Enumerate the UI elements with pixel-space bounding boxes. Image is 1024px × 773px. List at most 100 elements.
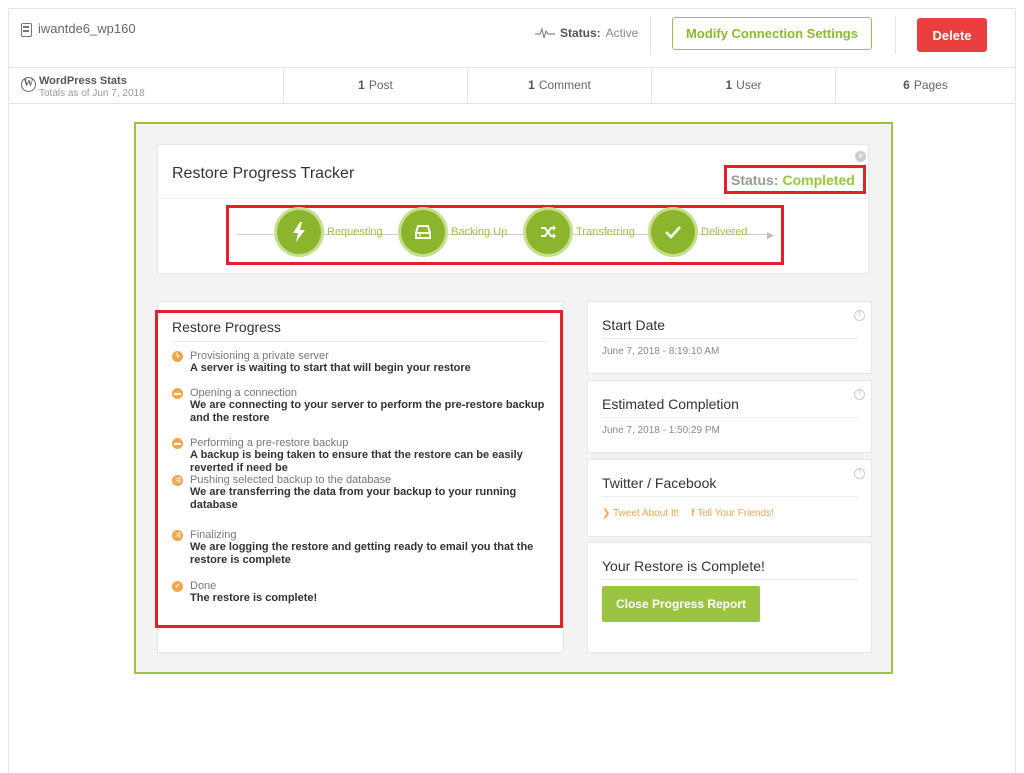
- progress-item-desc: The restore is complete!: [190, 592, 318, 604]
- estimated-completion-card: Estimated Completion ? June 7, 2018 - 1:…: [587, 380, 872, 453]
- progress-item: ⤨ Pushing selected backup to the databas…: [172, 474, 552, 512]
- lightning-icon: ϟ: [172, 351, 183, 362]
- stat-comments[interactable]: 1 Comment: [468, 67, 652, 103]
- progress-item-title: Done: [190, 580, 217, 592]
- stat-pages[interactable]: 6 Pages: [836, 67, 1015, 103]
- step-label: Transferring: [576, 226, 635, 238]
- server-icon: [21, 23, 32, 37]
- status-label: Status:: [560, 26, 601, 40]
- restore-progress-panel: Restore Progress ϟ Provisioning a privat…: [155, 301, 564, 653]
- delete-button[interactable]: Delete: [917, 18, 987, 52]
- restore-progress-title: Restore Progress: [172, 319, 281, 335]
- facebook-link[interactable]: f Tell Your Friends!: [691, 508, 774, 519]
- tracker-status-value: Completed: [782, 171, 855, 188]
- header-divider: [650, 16, 651, 54]
- lightning-icon: [277, 210, 321, 254]
- stat-users[interactable]: 1 User: [652, 67, 836, 103]
- step-delivered: Delivered: [651, 210, 747, 254]
- estimated-completion-value: June 7, 2018 - 1:50:29 PM: [602, 425, 720, 436]
- tweet-link[interactable]: ❯ Tweet About It!: [602, 508, 679, 519]
- shuffle-icon: [526, 210, 570, 254]
- stats-subtitle: Totals as of Jun 7, 2018: [39, 88, 145, 99]
- social-title: Twitter / Facebook: [602, 475, 717, 491]
- divider: [172, 341, 548, 342]
- pulse-icon: [535, 26, 555, 39]
- drive-icon: ▬: [172, 438, 183, 449]
- close-icon[interactable]: ×: [855, 151, 866, 162]
- start-date-value: June 7, 2018 - 8:19:10 AM: [602, 346, 720, 357]
- step-backing-up: Backing Up: [401, 210, 507, 254]
- progress-item-desc: A backup is being taken to ensure that t…: [190, 449, 523, 474]
- progress-item-desc: A server is waiting to start that will b…: [190, 362, 471, 374]
- start-date-title: Start Date: [602, 317, 666, 333]
- stats-summary: W WordPress Stats Totals as of Jun 7, 20…: [9, 67, 284, 103]
- estimated-completion-title: Estimated Completion: [602, 396, 739, 412]
- restore-progress-highlight: Restore Progress ϟ Provisioning a privat…: [155, 310, 563, 628]
- step-label: Backing Up: [451, 226, 508, 238]
- progress-item-desc: We are logging the restore and getting r…: [190, 541, 534, 566]
- posts-label: Post: [368, 78, 393, 92]
- shuffle-icon: ⤨: [172, 530, 183, 541]
- progress-item-desc: We are transferring the data from your b…: [190, 486, 517, 511]
- restore-complete-title: Your Restore is Complete!: [602, 558, 765, 574]
- social-share-card: Twitter / Facebook ? ❯ Tweet About It! f…: [587, 459, 872, 537]
- step-label: Requesting: [327, 226, 383, 238]
- pages-label: Pages: [913, 78, 948, 92]
- modify-connection-button[interactable]: Modify Connection Settings: [672, 17, 872, 50]
- drive-icon: ▬: [172, 388, 183, 399]
- users-label: User: [736, 78, 762, 92]
- help-icon[interactable]: ?: [854, 310, 865, 321]
- pages-count: 6: [903, 78, 910, 92]
- progress-item-title: Finalizing: [190, 529, 237, 541]
- wordpress-stats-bar: W WordPress Stats Totals as of Jun 7, 20…: [9, 67, 1015, 104]
- check-icon: ✓: [172, 581, 183, 592]
- progress-item-title: Pushing selected backup to the database: [190, 474, 392, 486]
- tweet-label: Tweet About It!: [613, 508, 680, 519]
- progress-item: ✓ Done The restore is complete!: [172, 580, 552, 605]
- restore-tracker-panel: Restore Progress Tracker × Status: Compl…: [157, 144, 869, 274]
- share-links: ❯ Tweet About It! f Tell Your Friends!: [602, 508, 774, 519]
- help-icon[interactable]: ?: [854, 468, 865, 479]
- tracker-title: Restore Progress Tracker: [172, 165, 355, 182]
- restore-complete-card: Your Restore is Complete! Close Progress…: [587, 542, 872, 653]
- tell-friends-label: Tell Your Friends!: [697, 508, 774, 519]
- posts-count: 1: [358, 78, 365, 92]
- stats-title: WordPress Stats: [39, 75, 127, 87]
- step-transferring: Transferring: [526, 210, 635, 254]
- divider: [602, 417, 858, 418]
- tracker-status: Status: Completed: [724, 165, 866, 194]
- divider: [602, 496, 858, 497]
- close-progress-report-button[interactable]: Close Progress Report: [602, 586, 760, 622]
- tracker-status-label: Status:: [731, 171, 779, 188]
- connection-status: Status: Active: [535, 26, 638, 40]
- help-icon[interactable]: ?: [854, 389, 865, 400]
- progress-item-desc: We are connecting to your server to perf…: [190, 399, 545, 424]
- progress-item: ▬ Performing a pre-restore backup A back…: [172, 437, 552, 475]
- step-requesting: Requesting: [277, 210, 383, 254]
- check-icon: [651, 210, 695, 254]
- arrow-right-icon: ▶: [767, 230, 774, 240]
- progress-steps: ▶ Requesting Backing Up Transferring Del…: [226, 205, 784, 265]
- progress-item-title: Performing a pre-restore backup: [190, 437, 349, 449]
- restore-progress-modal: Restore Progress Tracker × Status: Compl…: [134, 122, 893, 674]
- twitter-icon: ❯: [602, 508, 611, 519]
- wordpress-icon: W: [21, 77, 36, 92]
- progress-item: ▬ Opening a connection We are connecting…: [172, 387, 552, 425]
- drive-icon: [401, 210, 445, 254]
- status-value: Active: [605, 26, 639, 40]
- divider: [602, 579, 858, 580]
- site-header-bar: iwantde6_wp160 Status: Active Modify Con…: [9, 9, 1015, 68]
- progress-item: ϟ Provisioning a private server A server…: [172, 350, 552, 375]
- divider: [602, 338, 858, 339]
- users-count: 1: [725, 78, 733, 92]
- comments-count: 1: [528, 78, 535, 92]
- progress-item-title: Opening a connection: [190, 387, 298, 399]
- progress-item-title: Provisioning a private server: [190, 350, 329, 362]
- divider: [158, 198, 868, 199]
- progress-item: ⤨ Finalizing We are logging the restore …: [172, 529, 552, 567]
- site-name: iwantde6_wp160: [38, 21, 136, 36]
- facebook-icon: f: [691, 508, 695, 519]
- stat-posts[interactable]: 1 Post: [284, 67, 468, 103]
- header-divider: [895, 16, 896, 54]
- shuffle-icon: ⤨: [172, 475, 183, 486]
